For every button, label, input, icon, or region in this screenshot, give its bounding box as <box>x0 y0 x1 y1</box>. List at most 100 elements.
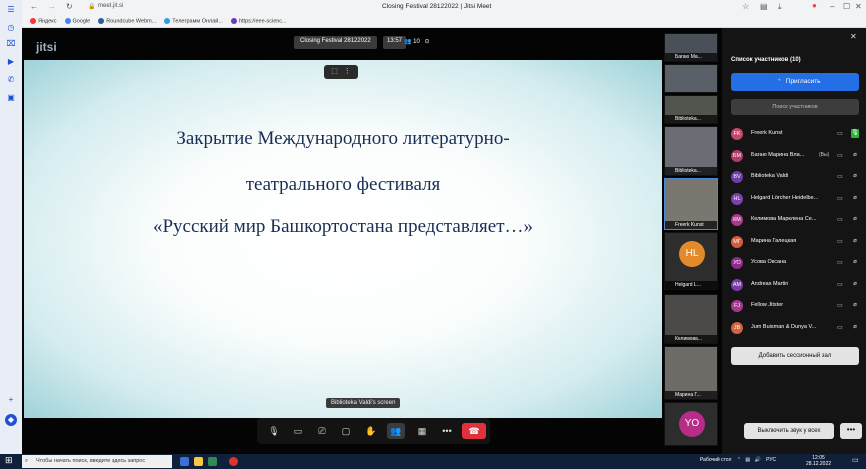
mic-on-icon: 🎙 <box>851 129 859 138</box>
bookmark-item[interactable]: Google <box>64 17 90 24</box>
mic-toggle-button[interactable]: 🎙 <box>265 423 283 439</box>
more-moderator-options-button[interactable]: ••• <box>840 423 862 439</box>
chat-button[interactable]: ▢ <box>337 423 355 439</box>
participant-row[interactable]: FK Freerk Kunst ▭ 🎙 <box>729 127 863 141</box>
more-actions-button[interactable]: ••• <box>438 423 456 439</box>
mic-muted-icon: 🎙 <box>268 426 280 436</box>
play-icon[interactable]: ▶ <box>5 56 17 68</box>
participant-search-input[interactable]: Поиск участников <box>731 99 859 115</box>
camera-status-icon: ▭ <box>837 131 843 137</box>
bookmark-item[interactable]: Яндекс <box>30 17 57 24</box>
participant-count[interactable]: 👥 10 ⊙ <box>402 36 432 49</box>
filmstrip-tile[interactable] <box>664 64 718 93</box>
participant-row[interactable]: БМ Багаю Марина Вла... (Вы) ▭ ⌀ <box>729 149 863 163</box>
participant-row[interactable]: FJ Fellow Jitster ▭ ⌀ <box>729 299 863 313</box>
yandex-browser-icon[interactable] <box>229 457 238 466</box>
filmstrip-tile[interactable]: Багаю Ма... <box>664 33 718 62</box>
tile-view-button[interactable]: ▦ <box>413 423 431 439</box>
participant-name: Келимова Марклена Се... <box>751 216 817 222</box>
bookmark-label: Телеграмм Онлай... <box>172 18 223 24</box>
language-indicator[interactable]: РУС <box>766 457 776 463</box>
participant-name: Fellow Jitster <box>751 302 784 308</box>
collections-icon[interactable]: ⌧ <box>5 38 17 50</box>
mute-all-button[interactable]: Выключить звук у всех <box>744 423 834 439</box>
file-explorer-icon[interactable] <box>194 457 203 466</box>
notifications-icon[interactable]: ▭ <box>852 456 859 464</box>
close-icon[interactable]: ✕ <box>855 2 862 11</box>
menu-icon[interactable]: ☰ <box>5 4 17 16</box>
windows-start-icon[interactable]: ⊞ <box>5 455 13 466</box>
bookmark-item[interactable]: https://eee-scienc... <box>230 17 287 24</box>
volume-icon[interactable]: 🔊 <box>755 457 761 463</box>
bookmark-item[interactable]: Roundcube Webm... <box>98 17 156 24</box>
participant-row[interactable]: JB Jum Buisman & Dunya V... ▭ ⌀ <box>729 321 863 335</box>
maximize-icon[interactable]: ☐ <box>843 2 850 11</box>
filmstrip-tile[interactable]: Марина Г... <box>664 346 718 400</box>
filmstrip-tile[interactable]: Biblioteka... <box>664 95 718 124</box>
camera-status-icon: ▭ <box>837 324 843 331</box>
tray-chevron-icon[interactable]: ⌃ <box>737 457 741 463</box>
back-icon[interactable]: ← <box>30 2 38 11</box>
participant-name: Марина Галецкая <box>751 237 797 244</box>
bookmark-star-icon[interactable]: ☆ <box>742 2 749 11</box>
clock-icon[interactable]: ◷ <box>5 22 17 34</box>
more-options-icon[interactable]: ⋮ <box>344 68 351 75</box>
minimize-icon[interactable]: – <box>830 2 834 11</box>
filmstrip-tile-name: Freerk Kunst <box>665 221 717 229</box>
taskbar-search-input[interactable]: ⌕ Чтобы начать поиск, введите здесь запр… <box>22 455 172 468</box>
participant-avatar: HL <box>679 241 705 267</box>
filmstrip-tile[interactable]: Келимова... <box>664 294 718 344</box>
camera-status-icon: ▭ <box>837 303 843 309</box>
filmstrip-tile[interactable]: Biblioteka... <box>664 126 718 176</box>
address-bar[interactable]: meet.jit.si <box>98 3 123 9</box>
close-panel-icon[interactable]: ✕ <box>850 32 857 41</box>
invite-label: Пригласить <box>785 78 821 85</box>
add-person-icon: 👤⁺ <box>769 78 781 85</box>
participant-row[interactable]: МГ Марина Галецкая ▭ ⌀ <box>729 235 863 249</box>
task-view-icon[interactable] <box>180 457 189 466</box>
filmstrip-tile[interactable]: Freerk Kunst <box>664 178 718 230</box>
participant-avatar: YO <box>679 411 705 437</box>
forward-icon[interactable]: → <box>48 2 56 11</box>
participant-row[interactable]: КМ Келимова Марклена Се... ▭ ⌀ <box>729 213 863 227</box>
invite-button[interactable]: 👤⁺ Пригласить <box>731 73 859 91</box>
reload-icon[interactable]: ↻ <box>66 2 73 11</box>
mic-muted-icon: ⌀ <box>853 280 857 287</box>
bookmark-item[interactable]: Телеграмм Онлай... <box>164 17 223 24</box>
participant-count-value: 10 <box>413 39 420 45</box>
mic-muted-icon: ⌀ <box>853 151 857 158</box>
filmstrip-tile[interactable]: HL Helgard L... <box>664 232 718 290</box>
participant-row[interactable]: HL Helgard Lörcher Heidelbe... ▭ ⌀ <box>729 192 863 206</box>
phone-icon[interactable]: ✆ <box>5 74 17 86</box>
browser-titlebar: ← → ↻ 🔒 meet.jit.si Closing Festival 281… <box>0 0 866 14</box>
profile-icon[interactable]: ● <box>812 1 817 10</box>
camera-toggle-button[interactable]: ▭ <box>289 423 307 439</box>
download-icon[interactable]: ⤓ <box>778 2 782 12</box>
participant-row[interactable]: УО Усова Оксана ▭ ⌀ <box>729 256 863 270</box>
taskbar-clock[interactable]: 12:05 28.12.2022 <box>806 455 831 467</box>
participants-panel-title: Список участников (10) <box>731 57 801 63</box>
slide-line-2: театрального фестиваля <box>245 174 441 195</box>
network-icon[interactable]: ▤ <box>745 457 750 463</box>
mic-muted-icon: ⌀ <box>853 173 857 179</box>
add-breakout-room-button[interactable]: Добавить сессионный зал <box>731 347 859 365</box>
participant-row[interactable]: AM Andreas Martin ▭ ⌀ <box>729 278 863 292</box>
participant-row[interactable]: BV Biblioteka Valdi ▭ ⌀ <box>729 170 863 184</box>
share-screen-button[interactable]: ⎚ <box>313 423 331 439</box>
add-icon[interactable]: + <box>5 394 17 406</box>
bookmark-favicon-icon <box>98 17 105 24</box>
participant-avatar: УО <box>731 257 743 269</box>
participant-avatar: AM <box>731 278 743 291</box>
raise-hand-button[interactable]: ✋ <box>362 423 380 439</box>
alice-icon[interactable]: ◆ <box>5 414 17 426</box>
notes-icon[interactable]: ▣ <box>5 92 17 104</box>
reading-mode-icon[interactable]: ▤ <box>760 2 768 11</box>
search-icon: ⌕ <box>25 458 29 464</box>
fullscreen-icon[interactable]: ⬚ <box>331 68 338 75</box>
filmstrip-tile[interactable]: YO <box>664 402 718 446</box>
screen-share-controls[interactable]: ⬚ ⋮ <box>324 65 358 79</box>
participants-button[interactable]: 👥 <box>387 423 405 439</box>
leave-meeting-button[interactable]: ☎ <box>462 423 486 439</box>
store-icon[interactable] <box>208 457 217 466</box>
bookmark-favicon-icon <box>30 17 36 24</box>
